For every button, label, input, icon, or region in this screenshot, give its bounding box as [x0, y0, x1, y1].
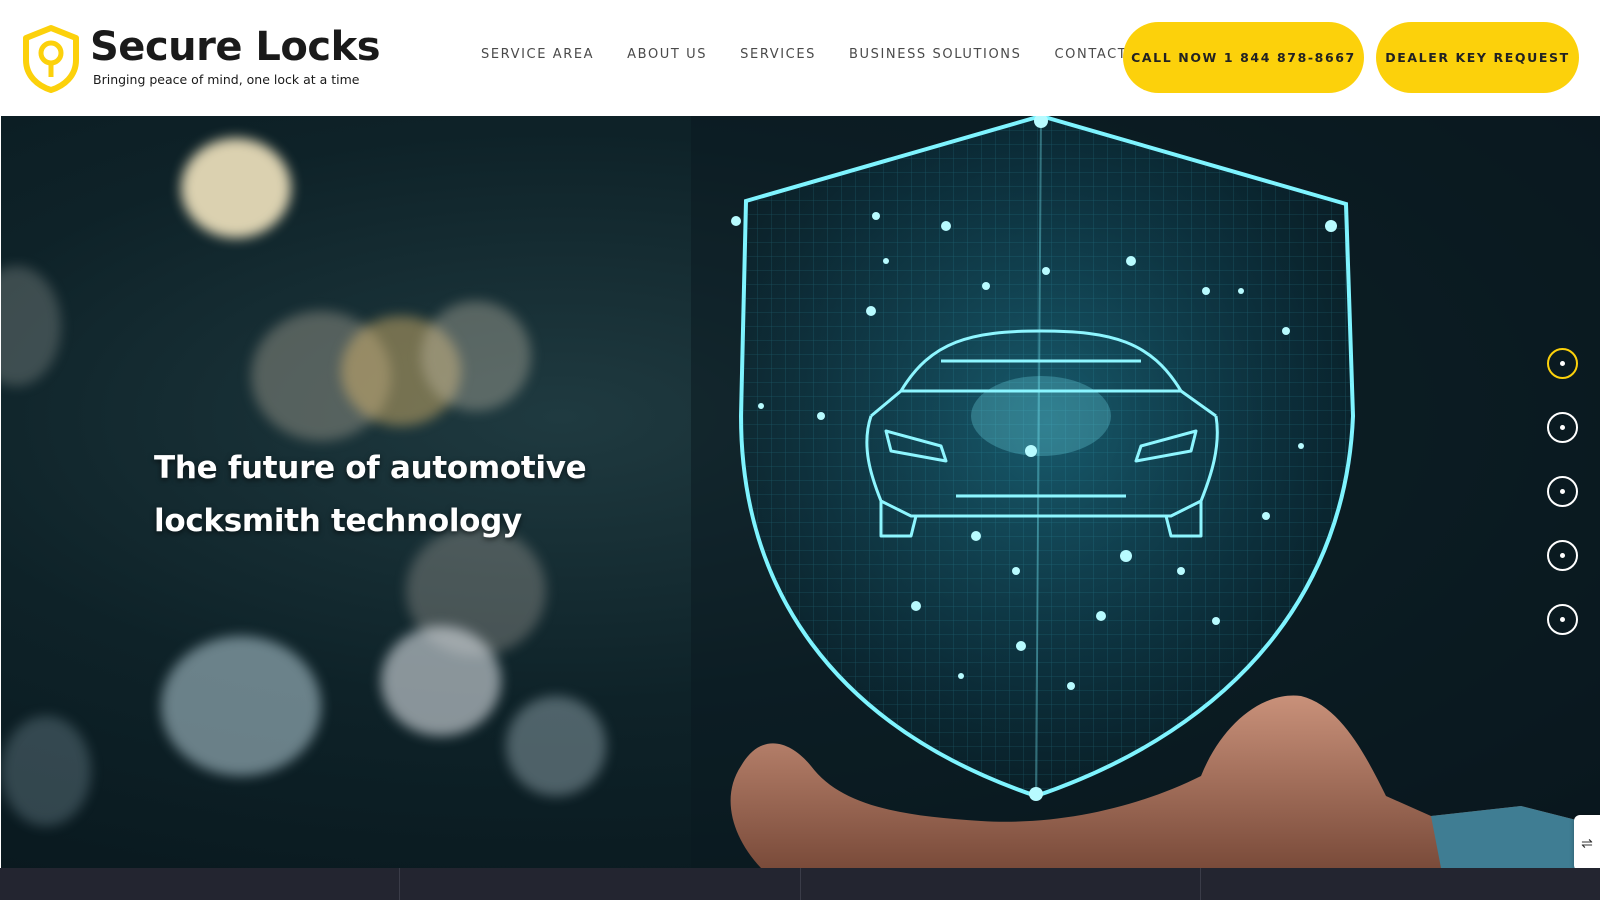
hero-slider: The future of automotive locksmith techn… [1, 116, 1600, 868]
call-now-button[interactable]: CALL NOW 1 844 878-8667 [1123, 22, 1364, 93]
brand-tagline: Bringing peace of mind, one lock at a ti… [93, 72, 360, 87]
dealer-key-request-button[interactable]: DEALER KEY REQUEST [1376, 22, 1579, 93]
slider-pagination [1547, 348, 1579, 668]
accessibility-icon: ⇌ [1581, 834, 1593, 851]
slide-dot-1[interactable] [1547, 348, 1578, 379]
site-header: Secure Locks Bringing peace of mind, one… [0, 0, 1600, 116]
logo-text: Secure Locks Bringing peace of mind, one… [90, 24, 381, 88]
shield-keyhole-logo-icon [23, 25, 79, 93]
site-logo[interactable]: Secure Locks Bringing peace of mind, one… [20, 24, 381, 94]
strip-cell [1201, 868, 1600, 900]
strip-cell [0, 868, 401, 900]
accessibility-widget-button[interactable]: ⇌ [1574, 815, 1600, 871]
bottom-info-strip [0, 868, 1600, 900]
slide-dot-5[interactable] [1547, 604, 1578, 635]
main-nav: SERVICE AREA ABOUT US SERVICES BUSINESS … [481, 47, 1127, 62]
slide-dot-3[interactable] [1547, 476, 1578, 507]
nav-business-solutions[interactable]: BUSINESS SOLUTIONS [849, 47, 1021, 62]
strip-cell [801, 868, 1201, 900]
nav-services[interactable]: SERVICES [740, 47, 816, 62]
nav-service-area[interactable]: SERVICE AREA [481, 47, 594, 62]
slide-dot-4[interactable] [1547, 540, 1578, 571]
brand-name: Secure Locks [90, 24, 381, 70]
slide-dot-2[interactable] [1547, 412, 1578, 443]
nav-contact[interactable]: CONTACT [1055, 47, 1128, 62]
strip-cell [400, 868, 801, 900]
hero-title: The future of automotive locksmith techn… [154, 450, 587, 539]
nav-about-us[interactable]: ABOUT US [627, 47, 707, 62]
